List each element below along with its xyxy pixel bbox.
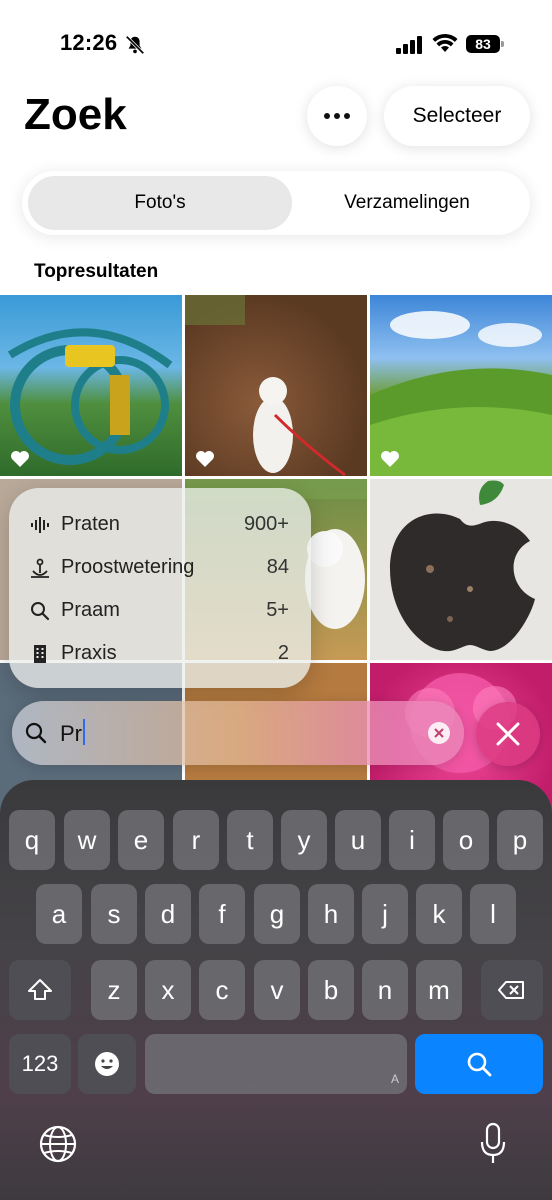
key-e[interactable]: e (118, 810, 164, 870)
key-m[interactable]: m (416, 960, 462, 1020)
photo-rollercoaster[interactable] (0, 295, 182, 476)
building-icon (34, 644, 46, 663)
key-c[interactable]: c (199, 960, 245, 1020)
suggestion-label: Praam (61, 599, 120, 621)
numbers-key[interactable]: 123 (9, 1034, 71, 1094)
key-y[interactable]: y (281, 810, 327, 870)
key-h[interactable]: h (308, 884, 354, 944)
tab-collections[interactable]: Verzamelingen (288, 176, 526, 230)
search-icon (467, 1052, 492, 1077)
microphone-icon[interactable] (478, 1122, 508, 1166)
favorite-heart-icon (11, 451, 29, 467)
battery-indicator: 83 (466, 35, 504, 53)
key-w[interactable]: w (64, 810, 110, 870)
keyboard: q w e r t y u i o p a s d f g h j k l z … (0, 780, 552, 1200)
more-options-button[interactable] (307, 86, 367, 146)
key-t[interactable]: t (227, 810, 273, 870)
status-time: 12:26 (60, 30, 118, 55)
suggestion-item[interactable]: Praten 900+ (9, 503, 311, 546)
section-title-top-results: Topresultaten (34, 261, 159, 282)
battery-level: 83 (466, 35, 500, 53)
suggestion-item[interactable]: Proostwetering 84 (9, 546, 311, 589)
apple-logo-image (390, 480, 535, 652)
photo-dog-forest[interactable] (185, 295, 367, 476)
tab-photos[interactable]: Foto's (28, 176, 292, 230)
key-u[interactable]: u (335, 810, 381, 870)
landscape-image (370, 311, 552, 476)
emoji-icon (95, 1052, 119, 1076)
select-button[interactable]: Selecteer (384, 86, 530, 146)
search-submit-key[interactable] (415, 1034, 543, 1094)
suggestion-label: Praxis (61, 642, 117, 664)
key-b[interactable]: b (308, 960, 354, 1020)
suggestion-label: Proostwetering (61, 556, 195, 578)
key-x[interactable]: x (145, 960, 191, 1020)
key-v[interactable]: v (254, 960, 300, 1020)
clear-search-button[interactable] (428, 722, 450, 744)
space-key[interactable]: A (145, 1034, 407, 1094)
key-z[interactable]: z (91, 960, 137, 1020)
status-bar: 12:26 83 (0, 0, 552, 88)
shift-key[interactable] (9, 960, 71, 1020)
suggestion-count: 5+ (266, 599, 289, 621)
rollercoaster-image (7, 328, 173, 465)
suggestion-count: 900+ (243, 513, 289, 535)
drain-icon (31, 558, 49, 578)
bell-muted-icon (125, 35, 145, 55)
suggestion-count: 84 (266, 556, 289, 578)
clear-icon (434, 728, 444, 738)
segmented-control: Foto's Verzamelingen (22, 171, 530, 235)
key-i[interactable]: i (389, 810, 435, 870)
globe-icon[interactable] (38, 1124, 78, 1164)
key-k[interactable]: k (416, 884, 462, 944)
search-input[interactable]: Pr (60, 721, 82, 746)
key-s[interactable]: s (91, 884, 137, 944)
dog-on-path-image (185, 295, 346, 476)
key-g[interactable]: g (254, 884, 300, 944)
backspace-key[interactable] (481, 960, 543, 1020)
key-a[interactable]: a (36, 884, 82, 944)
search-icon (31, 601, 50, 620)
favorite-heart-icon (196, 451, 214, 467)
text-cursor (83, 719, 85, 745)
suggestion-count: 2 (277, 642, 289, 664)
wifi-icon (432, 33, 458, 52)
suggestion-item[interactable]: Praxis 2 (9, 632, 311, 675)
close-icon (496, 722, 520, 746)
photo-green-hills[interactable] (370, 295, 552, 476)
photo-apple-logo[interactable] (370, 479, 552, 660)
key-j[interactable]: j (362, 884, 408, 944)
suggestion-label: Praten (61, 513, 120, 535)
search-icon (25, 722, 47, 744)
page-title: Zoek (24, 90, 127, 139)
key-f[interactable]: f (199, 884, 245, 944)
key-p[interactable]: p (497, 810, 543, 870)
backspace-icon (498, 981, 524, 999)
cancel-search-button[interactable] (476, 702, 540, 766)
space-key-hint: A (390, 1072, 399, 1086)
search-field[interactable]: Pr (12, 701, 464, 765)
key-o[interactable]: o (443, 810, 489, 870)
search-suggestions: Praten 900+ Proostwetering 84 Praam 5+ P… (9, 488, 311, 688)
shift-icon (28, 979, 52, 1000)
ellipsis-icon (324, 113, 350, 119)
waveform-icon (31, 516, 49, 533)
key-d[interactable]: d (145, 884, 191, 944)
key-l[interactable]: l (470, 884, 516, 944)
emoji-key[interactable] (78, 1034, 136, 1094)
key-r[interactable]: r (173, 810, 219, 870)
key-q[interactable]: q (9, 810, 55, 870)
favorite-heart-icon (381, 451, 399, 467)
cellular-signal-icon (396, 36, 422, 54)
suggestion-item[interactable]: Praam 5+ (9, 589, 311, 632)
key-n[interactable]: n (362, 960, 408, 1020)
